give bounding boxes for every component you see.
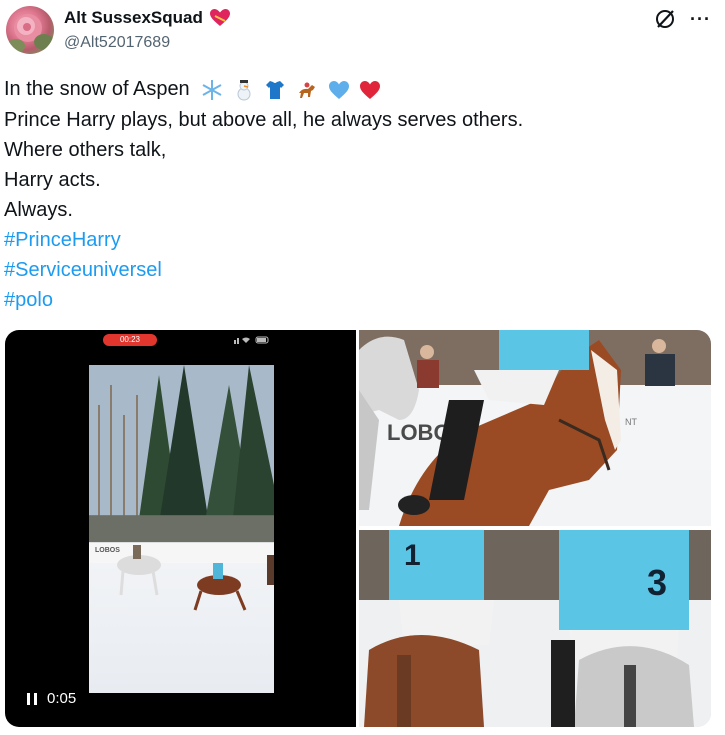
playback-controls[interactable]: 0:05	[27, 690, 76, 707]
post-line-5: Always.	[4, 198, 73, 221]
grok-icon[interactable]	[654, 8, 676, 30]
tshirt-icon	[264, 79, 286, 101]
post-line-2: Prince Harry plays, but above all, he al…	[4, 108, 524, 131]
avatar[interactable]	[6, 6, 54, 54]
pause-icon[interactable]	[27, 692, 37, 705]
media-grid: 00:23 LOBOS 0:05 LOBOS NT 1 3	[5, 330, 711, 727]
recording-badge: 00:23	[103, 334, 157, 346]
photo-bottom[interactable]: 1 3	[359, 530, 711, 727]
photo-top[interactable]: LOBOS NT	[359, 330, 711, 526]
board-text-right: NT	[625, 417, 637, 427]
hashtag-link[interactable]: #polo	[4, 285, 704, 315]
more-options-button[interactable]: ···	[690, 10, 711, 28]
user-handle[interactable]: @Alt52017689	[64, 34, 170, 52]
jersey-number-left: 1	[404, 539, 421, 572]
hashtag-link[interactable]: #Serviceuniversel	[4, 255, 704, 285]
video-player[interactable]: 00:23 LOBOS 0:05	[5, 330, 356, 727]
jersey-number-right: 3	[647, 562, 667, 603]
phone-status-icons	[234, 336, 270, 344]
display-name[interactable]: Alt SussexSquad	[64, 8, 203, 28]
hashtag-link[interactable]: #PrinceHarry	[4, 225, 704, 255]
horse-racing-icon	[296, 79, 318, 101]
emoji-row	[201, 75, 385, 105]
post-line-1: In the snow of Aspen	[4, 78, 190, 100]
blue-heart-icon	[328, 79, 350, 101]
snowman-icon	[233, 79, 255, 101]
heart-with-ribbon-icon	[209, 8, 231, 28]
post-line-4: Harry acts.	[4, 168, 101, 191]
snowflake-icon	[201, 79, 223, 101]
post-text: In the snow of Aspen Prince Harry plays,…	[4, 74, 704, 315]
video-time: 0:05	[47, 690, 77, 707]
video-frame: LOBOS	[89, 365, 274, 693]
red-heart-icon	[359, 79, 381, 101]
post-line-3: Where others talk,	[4, 138, 167, 161]
